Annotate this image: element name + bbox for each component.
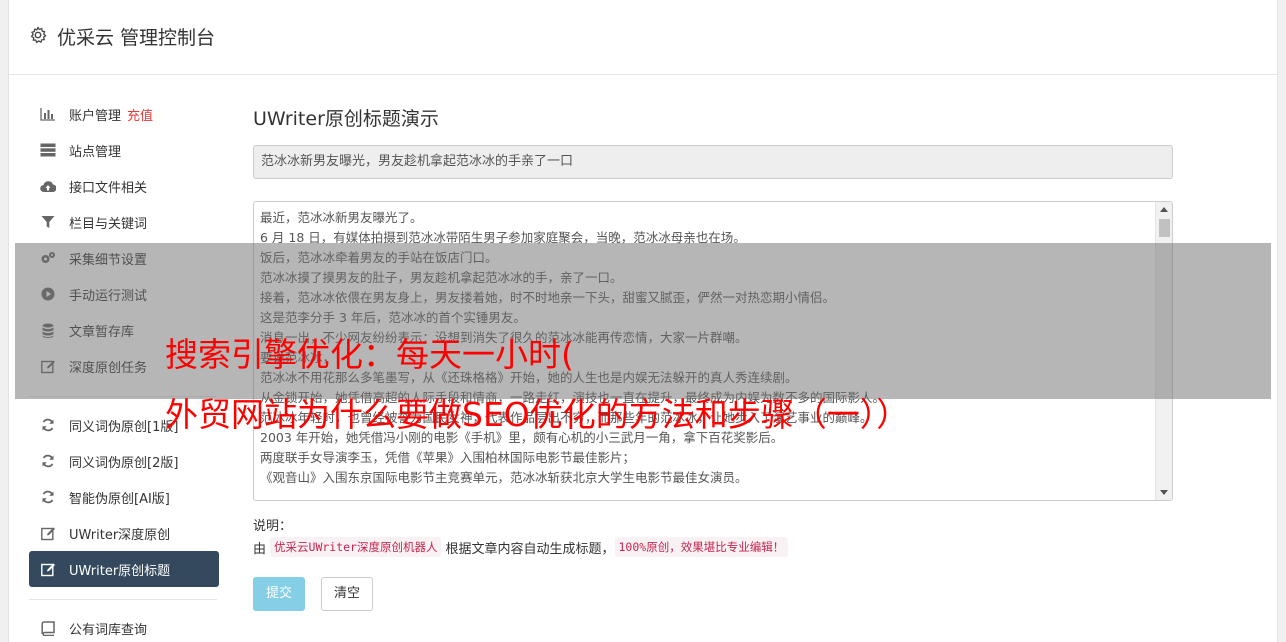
sidebar-item-account[interactable]: 账户管理 充值: [29, 96, 219, 132]
content-line: 《观音山》入围东京国际电影节主竞赛单元，范冰冰斩获北京大学生电影节最佳女演员。: [260, 470, 748, 485]
note-label: 说明：: [253, 519, 293, 534]
sidebar-item-interface-files[interactable]: 接口文件相关: [29, 168, 219, 204]
scroll-down-arrow-icon[interactable]: [1160, 490, 1168, 495]
sidebar-item-uwriter-deep[interactable]: UWriter深度原创: [29, 515, 219, 551]
sidebar-item-uwriter-title[interactable]: UWriter原创标题: [29, 551, 219, 587]
sidebar-divider: [29, 599, 217, 600]
server-icon: [40, 142, 56, 158]
scroll-thumb[interactable]: [1159, 219, 1170, 237]
recharge-link[interactable]: 充值: [127, 105, 153, 124]
sidebar-item-public-lexicon[interactable]: 公有词库查询: [29, 610, 219, 642]
sidebar-item-columns-keywords[interactable]: 栏目与关键词: [29, 204, 219, 240]
generated-title-field[interactable]: 范冰冰新男友曝光，男友趁机拿起范冰冰的手亲了一口: [253, 145, 1173, 179]
header: 优采云 管理控制台: [9, 0, 1277, 75]
cloud-upload-icon: [40, 178, 56, 194]
edit-icon: [40, 561, 56, 577]
note-code-original: 100%原创，效果堪比专业编辑！: [614, 537, 789, 557]
bar-chart-icon: [40, 106, 56, 122]
note-text: 由 优采云UWriter深度原创机器人 根据文章内容自动生成标题， 100%原创…: [253, 537, 789, 557]
sidebar-item-sites[interactable]: 站点管理: [29, 132, 219, 168]
sidebar-item-synonym-v2[interactable]: 同义词伪原创[2版]: [29, 443, 219, 479]
overlay-headline-line2: 外贸网站为什么要做SEO优化的方法和步骤（一））: [165, 395, 910, 434]
note-middle: 根据文章内容自动生成标题，: [445, 541, 615, 557]
main-panel: UWriter原创标题演示 范冰冰新男友曝光，男友趁机拿起范冰冰的手亲了一口 最…: [253, 105, 1173, 611]
sidebar-item-label: 同义词伪原创[1版]: [69, 419, 179, 435]
sidebar-item-ai-rewrite[interactable]: 智能伪原创[AI版]: [29, 479, 219, 515]
sidebar-item-label: 站点管理: [69, 144, 122, 160]
overlay-headline-line1: 搜索引擎优化：每天一小时(: [165, 335, 574, 374]
sidebar-item-label: 同义词伪原创[2版]: [69, 455, 179, 471]
content-line: 两度联手女导演李玉，凭借《苹果》入围柏林国际电影节最佳影片；: [260, 450, 636, 465]
app-title: 优采云 管理控制台: [57, 27, 216, 49]
gear-icon: [30, 26, 47, 44]
sidebar-item-label: 公有词库查询: [69, 622, 148, 638]
content-line: 最近，范冰冰新男友曝光了。: [260, 210, 423, 225]
refresh-icon: [40, 453, 56, 469]
sidebar-item-label: 接口文件相关: [69, 180, 148, 196]
sidebar-item-label: UWriter深度原创: [69, 527, 171, 543]
sidebar-item-label: UWriter原创标题: [69, 563, 171, 579]
sidebar-item-label: 账户管理: [69, 108, 122, 124]
refresh-icon: [40, 417, 56, 433]
submit-button[interactable]: 提交: [253, 577, 306, 611]
edit-icon: [40, 525, 56, 541]
filter-icon: [40, 214, 56, 230]
sidebar-item-label: 智能伪原创[AI版]: [69, 491, 170, 507]
clear-button[interactable]: 清空: [321, 577, 374, 611]
note-code-robot: 优采云UWriter深度原创机器人: [270, 537, 442, 557]
refresh-icon: [40, 489, 56, 505]
scroll-up-arrow-icon[interactable]: [1160, 207, 1168, 212]
page-title: UWriter原创标题演示: [253, 108, 439, 130]
note-prefix: 由: [253, 541, 267, 557]
book-icon: [40, 620, 56, 636]
sidebar-item-label: 栏目与关键词: [69, 216, 148, 232]
